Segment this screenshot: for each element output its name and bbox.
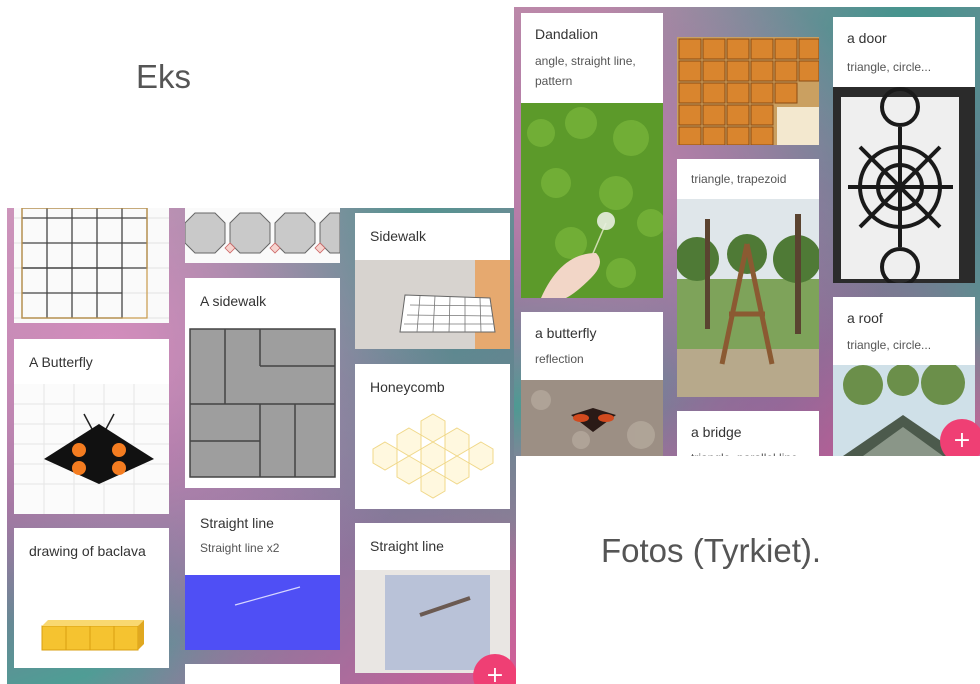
door-photo bbox=[833, 87, 975, 283]
straight-line-photo-card[interactable]: Straight line bbox=[355, 523, 510, 673]
baklava-photo bbox=[677, 37, 819, 145]
card-title: A Butterfly bbox=[29, 354, 93, 370]
card-title: Sidewalk bbox=[370, 228, 427, 244]
add-post-button[interactable]: + bbox=[940, 419, 980, 456]
card-title: a door bbox=[847, 30, 887, 46]
card-subtitle: Straight line x2 bbox=[200, 541, 280, 555]
honeycomb-card[interactable]: Honeycomb bbox=[355, 364, 510, 509]
caption-eks: Eks bbox=[136, 58, 192, 95]
card-subtitle: triangle, circle... bbox=[847, 338, 932, 352]
padlet-board-examples: A Butterfly drawing of baclava A sidewal… bbox=[7, 208, 516, 684]
sidewalk-photo-image bbox=[355, 260, 510, 349]
card-title: Straight line bbox=[200, 515, 274, 531]
octagon-drawing-card[interactable] bbox=[185, 208, 340, 263]
swing-photo-card[interactable]: triangle, trapezoid bbox=[677, 159, 819, 397]
straight-line-image bbox=[185, 575, 340, 650]
padlet-board-photos: Dandalion angle, straight line, pattern … bbox=[514, 7, 980, 456]
card-subtitle: triangle, parallel line bbox=[691, 448, 798, 456]
dandelion-card[interactable]: Dandalion angle, straight line, pattern bbox=[521, 13, 663, 298]
octagon-drawing-image bbox=[185, 208, 340, 263]
card-title: Straight line bbox=[370, 538, 444, 554]
card-title: A sidewalk bbox=[200, 293, 267, 309]
partial-card[interactable] bbox=[185, 664, 340, 684]
grid-drawing-card[interactable] bbox=[14, 208, 169, 323]
butterfly-drawing-image bbox=[14, 384, 169, 514]
sidewalk-photo-card[interactable]: Sidewalk bbox=[355, 213, 510, 349]
card-subtitle: triangle, trapezoid bbox=[691, 172, 787, 186]
card-title: drawing of baclava bbox=[29, 543, 146, 559]
card-title: Dandalion bbox=[535, 26, 599, 42]
card-subtitle: angle, straight line, pattern bbox=[535, 54, 636, 88]
grid-drawing-image bbox=[14, 208, 169, 323]
card-subtitle: triangle, circle... bbox=[847, 60, 932, 74]
card-title: Honeycomb bbox=[370, 379, 445, 395]
honeycomb-image bbox=[372, 413, 494, 499]
baclava-drawing-card[interactable]: drawing of baclava bbox=[14, 528, 169, 668]
card-title: a butterfly bbox=[535, 325, 597, 341]
sidewalk-drawing-image bbox=[189, 328, 336, 478]
dandelion-photo bbox=[521, 103, 663, 298]
caption-fotos: Fotos (Tyrkiet). bbox=[601, 532, 822, 569]
door-photo-card[interactable]: a door triangle, circle... bbox=[833, 17, 975, 283]
baclava-drawing-image bbox=[41, 620, 144, 651]
bridge-photo-card[interactable]: a bridge triangle, parallel line bbox=[677, 411, 819, 456]
butterfly-drawing-card[interactable]: A Butterfly bbox=[14, 339, 169, 514]
sidewalk-drawing-card[interactable]: A sidewalk bbox=[185, 278, 340, 488]
baklava-photo-card[interactable] bbox=[677, 37, 819, 145]
card-title: a bridge bbox=[691, 424, 742, 440]
straight-line-card[interactable]: Straight line Straight line x2 bbox=[185, 500, 340, 650]
butterfly-photo bbox=[521, 380, 663, 456]
card-subtitle: reflection bbox=[535, 352, 584, 366]
butterfly-photo-card[interactable]: a butterfly reflection bbox=[521, 312, 663, 456]
card-title: a roof bbox=[847, 310, 883, 326]
swing-photo bbox=[677, 199, 819, 397]
